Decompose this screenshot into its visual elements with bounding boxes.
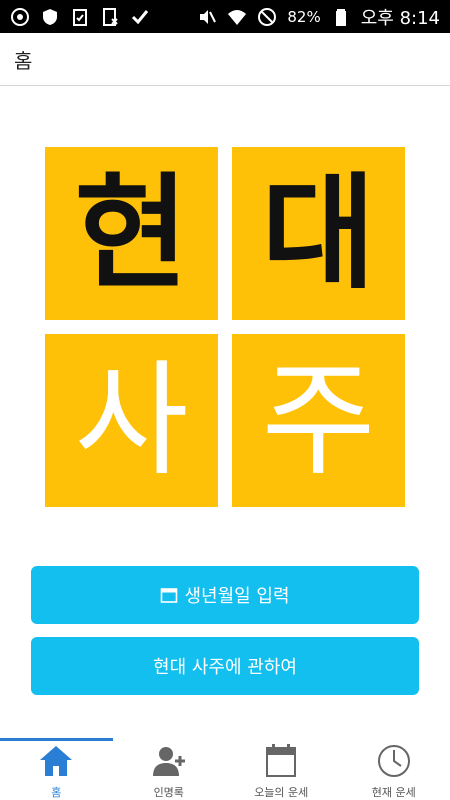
about-button[interactable]: 현대 사주에 관하여 — [31, 637, 419, 695]
wifi-icon — [227, 7, 247, 27]
calendar-icon — [261, 742, 301, 780]
home-icon — [36, 742, 76, 780]
battery-percent: 82% — [287, 7, 321, 26]
page-title: 홈 — [14, 48, 33, 73]
shield-icon — [40, 7, 60, 27]
logo-tile-1: 현 — [45, 147, 218, 320]
status-left-icons — [10, 7, 150, 27]
add-person-icon — [149, 742, 189, 780]
chrome-icon — [10, 7, 30, 27]
do-not-disturb-icon — [257, 7, 277, 27]
birth-date-input-button[interactable]: 생년월일 입력 — [31, 566, 419, 624]
birth-date-input-label: 생년월일 입력 — [184, 586, 290, 607]
checkmark-icon — [130, 7, 150, 27]
sim-icon — [100, 7, 120, 27]
bottom-navigation: 홈 인명록 오늘의 운세 현재 운세 — [0, 738, 450, 800]
status-bar: 82% 오후 8:14 — [0, 0, 450, 33]
logo-tile-2: 대 — [232, 147, 405, 320]
calendar-icon — [160, 586, 178, 604]
logo-tile-4: 주 — [232, 334, 405, 507]
nav-label-home: 홈 — [51, 786, 62, 799]
nav-item-today-fortune[interactable]: 오늘의 운세 — [225, 738, 338, 800]
nav-item-home[interactable]: 홈 — [0, 738, 113, 800]
clipboard-check-icon — [70, 7, 90, 27]
clock-icon — [374, 742, 414, 780]
app-logo: 현 대 사 주 — [45, 147, 405, 507]
clock-time: 오후 8:14 — [360, 7, 440, 29]
about-button-label: 현대 사주에 관하여 — [153, 657, 297, 678]
app-bar: 홈 — [0, 33, 450, 86]
nav-label-current-fortune: 현재 운세 — [371, 786, 416, 799]
nav-item-current-fortune[interactable]: 현재 운세 — [338, 738, 450, 800]
nav-label-contacts: 인명록 — [153, 786, 184, 799]
nav-item-contacts[interactable]: 인명록 — [113, 738, 226, 800]
nav-label-today-fortune: 오늘의 운세 — [254, 786, 309, 799]
logo-tile-3: 사 — [45, 334, 218, 507]
mute-icon — [197, 7, 217, 27]
status-right-icons: 82% 오후 8:14 — [197, 4, 440, 30]
battery-icon — [331, 7, 351, 27]
